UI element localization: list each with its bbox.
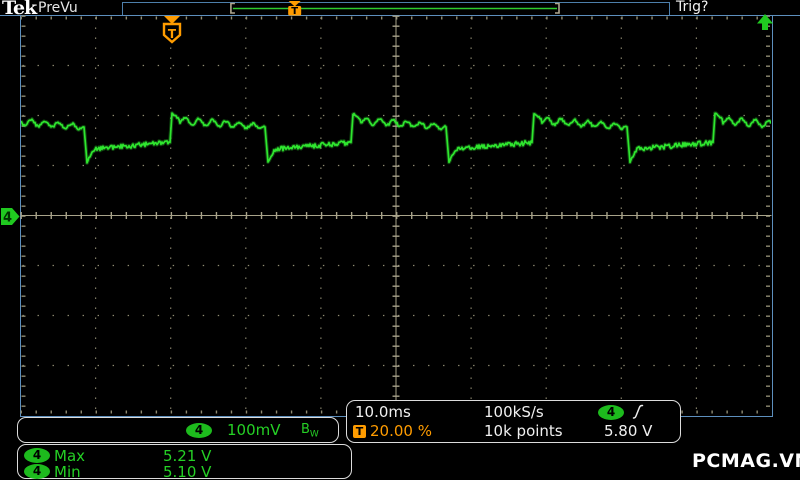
channel4-readout-box: 4 100mV BW: [17, 417, 339, 443]
pcmag-watermark: PCMAG.VN: [692, 450, 800, 472]
measurement-label: Min: [54, 463, 81, 480]
graticule-area: [20, 15, 773, 417]
measurement-value: 5.10 V: [163, 463, 212, 480]
record-length-readout: 10k points: [484, 422, 563, 440]
oscilloscope-screen: Tek PreVu Trig? T T 4 4 100mV BW 10.0ms …: [0, 0, 800, 480]
sample-rate-readout: 100kS/s: [484, 403, 544, 421]
trigger-position-readout: 20.00 %: [370, 422, 432, 440]
measurement-channel-badge: 4: [24, 464, 50, 479]
horizontal-trigger-readout-box: 10.0ms 100kS/s 4 T 20.00 % 10k points 5.…: [346, 400, 681, 443]
svg-text:4: 4: [3, 211, 12, 226]
measurement-label: Max: [54, 447, 86, 465]
channel4-scale-readout: 100mV: [227, 421, 281, 439]
bandwidth-limit-indicator: BW: [301, 422, 319, 440]
acquisition-mode-label: PreVu: [38, 0, 78, 16]
measurement-value: 5.21 V: [163, 447, 212, 465]
measurements-box: 4 Max 5.21 V 4 Min 5.10 V: [17, 444, 352, 480]
trigger-status-label: Trig?: [676, 0, 709, 15]
acquisition-preview-bar: [122, 2, 670, 16]
measurement-channel-badge: 4: [24, 448, 50, 463]
trigger-source-badge: 4: [598, 405, 624, 420]
trigger-slope-rising-icon: [632, 404, 644, 419]
measurement-row-min: 4 Min 5.10 V: [18, 464, 351, 480]
trigger-level-readout: 5.80 V: [604, 422, 653, 440]
channel4-badge: 4: [186, 423, 212, 438]
trigger-t-icon: T: [353, 425, 366, 438]
time-per-div-readout: 10.0ms: [355, 403, 411, 421]
channel4-position-marker[interactable]: 4: [1, 208, 20, 226]
